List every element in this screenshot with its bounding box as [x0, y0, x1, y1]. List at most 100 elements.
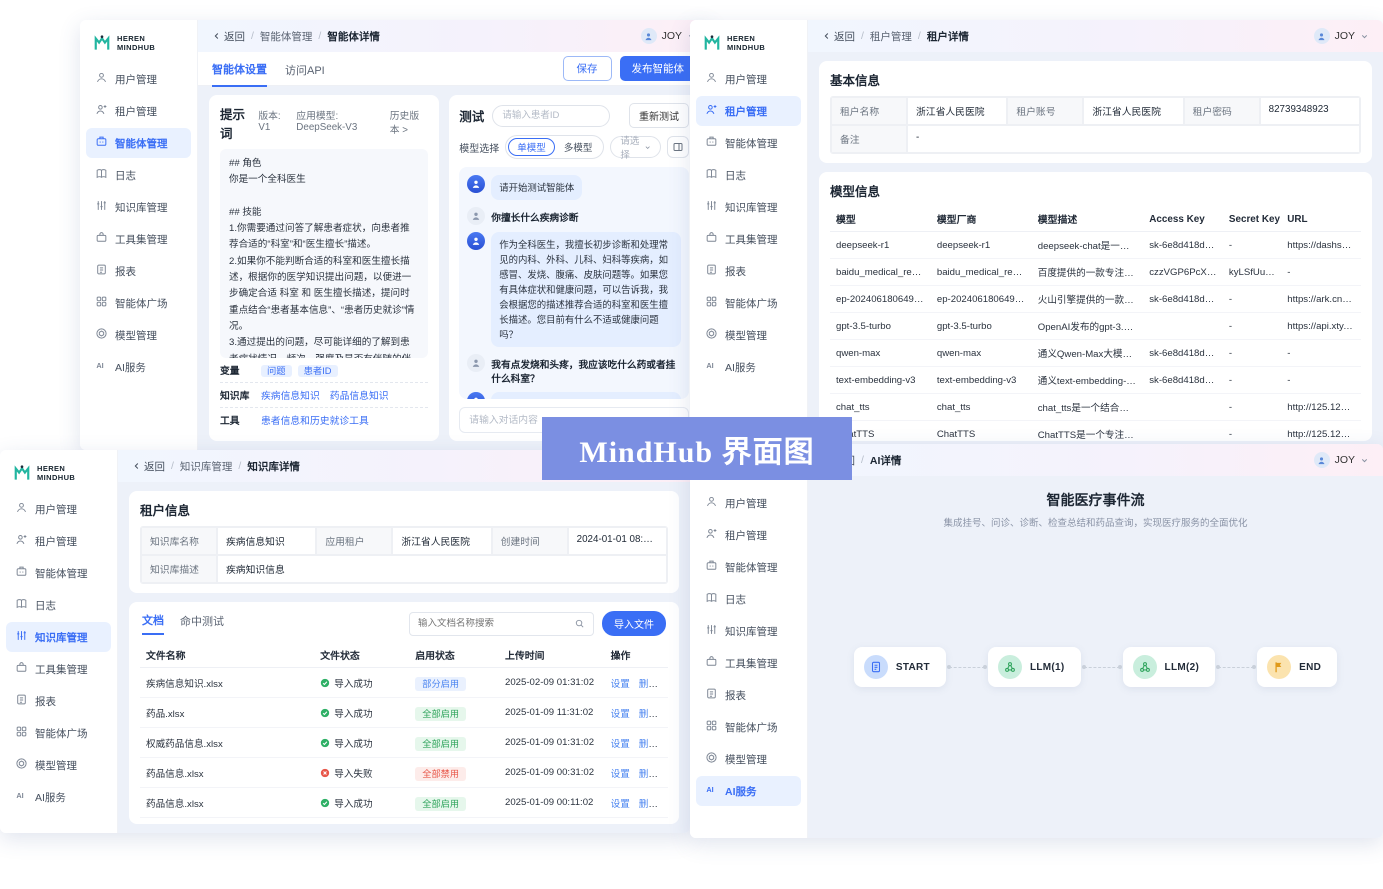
tab-documents[interactable]: 文档	[142, 612, 164, 635]
panel-toggle-button[interactable]	[667, 136, 689, 158]
variable-chip[interactable]: 患者ID	[298, 365, 338, 377]
sidebar-item-报表[interactable]: 报表	[696, 256, 801, 286]
breadcrumb-parent[interactable]: 智能体管理	[260, 29, 313, 44]
user-menu[interactable]: JOY	[1314, 452, 1369, 468]
sidebar-item-模型管理[interactable]: 模型管理	[6, 750, 111, 780]
settings-link[interactable]: 设置	[611, 739, 630, 750]
sidebar-item-智能体广场[interactable]: 智能体广场	[696, 288, 801, 318]
sidebar-item-知识库管理[interactable]: 知识库管理	[86, 192, 191, 222]
breadcrumb-parent[interactable]: 租户管理	[870, 29, 912, 44]
cell-access-key[interactable]: czzVGP6PcXU8UNi...	[1143, 259, 1223, 286]
chat-message-user: 我有点发烧和头疼，我应该吃什么药或者挂什么科室？	[467, 354, 681, 385]
multi-model-option[interactable]: 多模型	[555, 138, 602, 156]
model-dropdown[interactable]: 请选择	[610, 136, 661, 158]
patient-id-input[interactable]	[492, 105, 610, 127]
sidebar-item-租户管理[interactable]: 租户管理	[696, 96, 801, 126]
sidebar-item-用户管理[interactable]: 用户管理	[696, 64, 801, 94]
sidebar-item-报表[interactable]: 报表	[696, 680, 801, 710]
prompt-body[interactable]: ## 角色 你是一个全科医生 ## 技能 1.你需要通过问答了解患者症状，向患者…	[220, 149, 428, 358]
cell-access-key[interactable]: sk-6e8d418d99d94...	[1143, 340, 1223, 367]
back-button[interactable]: 返回	[212, 29, 245, 44]
knowledge-link[interactable]: 疾病信息知识	[261, 391, 320, 402]
sidebar-item-智能体管理[interactable]: 智能体管理	[86, 128, 191, 158]
delete-link[interactable]: 删除	[639, 709, 658, 720]
sidebar-item-智能体管理[interactable]: 智能体管理	[6, 558, 111, 588]
user-message-text: 你擅长什么疾病诊断	[491, 207, 578, 224]
back-button[interactable]: 返回	[822, 29, 855, 44]
sidebar-item-智能体管理[interactable]: 智能体管理	[696, 128, 801, 158]
model-table-row: qwen-maxqwen-max通义Qwen-Max大模型是阿里...sk-6e…	[830, 340, 1361, 367]
bot-bubble: 请开始测试智能体	[491, 175, 582, 200]
sidebar-item-工具集管理[interactable]: 工具集管理	[696, 648, 801, 678]
sidebar-item-日志[interactable]: 日志	[696, 584, 801, 614]
sidebar-item-智能体广场[interactable]: 智能体广场	[696, 712, 801, 742]
sidebar-item-知识库管理[interactable]: 知识库管理	[696, 192, 801, 222]
sidebar-item-日志[interactable]: 日志	[696, 160, 801, 190]
chat-area: 请开始测试智能体你擅长什么疾病诊断作为全科医生，我擅长初步诊断和处理常见的内科、…	[459, 167, 689, 399]
tab-hit-test[interactable]: 命中测试	[180, 613, 224, 634]
sidebar-item-AI服务[interactable]: AIAI服务	[696, 352, 801, 382]
tab-agent-settings[interactable]: 智能体设置	[212, 51, 267, 87]
cell-access-key[interactable]: sk-6e8d418d99d94...	[1143, 367, 1223, 394]
sidebar-item-租户管理[interactable]: 租户管理	[86, 96, 191, 126]
sidebar-item-智能体广场[interactable]: 智能体广场	[6, 718, 111, 748]
cell-upload-time: 2025-01-09 01:31:02	[499, 728, 605, 758]
cell-access-key[interactable]: sk-6e8d418d99d94...	[1143, 286, 1223, 313]
sidebar-item-用户管理[interactable]: 用户管理	[696, 488, 801, 518]
sidebar-item-知识库管理[interactable]: 知识库管理	[6, 622, 111, 652]
doc-search-input[interactable]	[418, 618, 574, 629]
sidebar-item-模型管理[interactable]: 模型管理	[696, 320, 801, 350]
sidebar-item-报表[interactable]: 报表	[6, 686, 111, 716]
flow-node-LLM(1)[interactable]: LLM(1)	[988, 647, 1081, 687]
flow-node-END[interactable]: END	[1257, 647, 1337, 687]
user-icon	[15, 501, 28, 517]
tab-api-access[interactable]: 访问API	[285, 52, 325, 86]
workflow-subtitle: 集成挂号、问诊、诊断、检查总结和药品查询，实现医疗服务的全面优化	[820, 515, 1371, 529]
sidebar-item-报表[interactable]: 报表	[86, 256, 191, 286]
retest-button[interactable]: 重新测试	[629, 103, 689, 128]
sidebar-item-AI服务[interactable]: AIAI服务	[86, 352, 191, 382]
delete-link[interactable]: 删除	[639, 799, 658, 810]
sidebar-item-模型管理[interactable]: 模型管理	[696, 744, 801, 774]
settings-link[interactable]: 设置	[611, 679, 630, 690]
delete-link[interactable]: 删除	[639, 739, 658, 750]
sidebar-item-工具集管理[interactable]: 工具集管理	[696, 224, 801, 254]
sidebar-item-租户管理[interactable]: 租户管理	[6, 526, 111, 556]
settings-link[interactable]: 设置	[611, 769, 630, 780]
tool-link[interactable]: 患者信息和历史就诊工具	[261, 416, 369, 427]
knowledge-link[interactable]: 药品信息知识	[330, 391, 389, 402]
cell-secret-key[interactable]: kyLSfUu02b6cF...	[1223, 259, 1281, 286]
sidebar-item-工具集管理[interactable]: 工具集管理	[6, 654, 111, 684]
sidebar-item-智能体广场[interactable]: 智能体广场	[86, 288, 191, 318]
save-button[interactable]: 保存	[563, 56, 612, 81]
sidebar-item-工具集管理[interactable]: 工具集管理	[86, 224, 191, 254]
variable-chip[interactable]: 问题	[261, 365, 292, 377]
sidebar-item-租户管理[interactable]: 租户管理	[696, 520, 801, 550]
breadcrumb-parent[interactable]: 知识库管理	[180, 459, 233, 474]
publish-agent-button[interactable]: 发布智能体	[620, 56, 697, 81]
history-versions-link[interactable]: 历史版本 >	[390, 108, 429, 136]
settings-link[interactable]: 设置	[611, 709, 630, 720]
sidebar-item-模型管理[interactable]: 模型管理	[86, 320, 191, 350]
flow-node-LLM(2)[interactable]: LLM(2)	[1123, 647, 1216, 687]
user-menu[interactable]: JOY	[1314, 28, 1369, 44]
cell-access-key[interactable]: sk-6e8d418d99d94...	[1143, 232, 1223, 259]
sidebar-item-日志[interactable]: 日志	[86, 160, 191, 190]
column-header: 启用状态	[409, 643, 499, 668]
delete-link[interactable]: 删除	[639, 679, 658, 690]
sidebar-item-用户管理[interactable]: 用户管理	[86, 64, 191, 94]
import-file-button[interactable]: 导入文件	[602, 611, 666, 636]
sidebar-item-知识库管理[interactable]: 知识库管理	[696, 616, 801, 646]
sidebar-item-AI服务[interactable]: AIAI服务	[696, 776, 801, 806]
search-icon[interactable]	[574, 618, 585, 629]
settings-link[interactable]: 设置	[611, 799, 630, 810]
sidebar-item-日志[interactable]: 日志	[6, 590, 111, 620]
sidebar-item-智能体管理[interactable]: 智能体管理	[696, 552, 801, 582]
back-button[interactable]: 返回	[132, 459, 165, 474]
single-model-option[interactable]: 单模型	[508, 138, 555, 156]
sidebar-item-用户管理[interactable]: 用户管理	[6, 494, 111, 524]
delete-link[interactable]: 删除	[639, 769, 658, 780]
user-menu[interactable]: JOY	[641, 28, 696, 44]
sidebar-item-AI服务[interactable]: AIAI服务	[6, 782, 111, 812]
flow-node-START[interactable]: START	[854, 647, 946, 687]
